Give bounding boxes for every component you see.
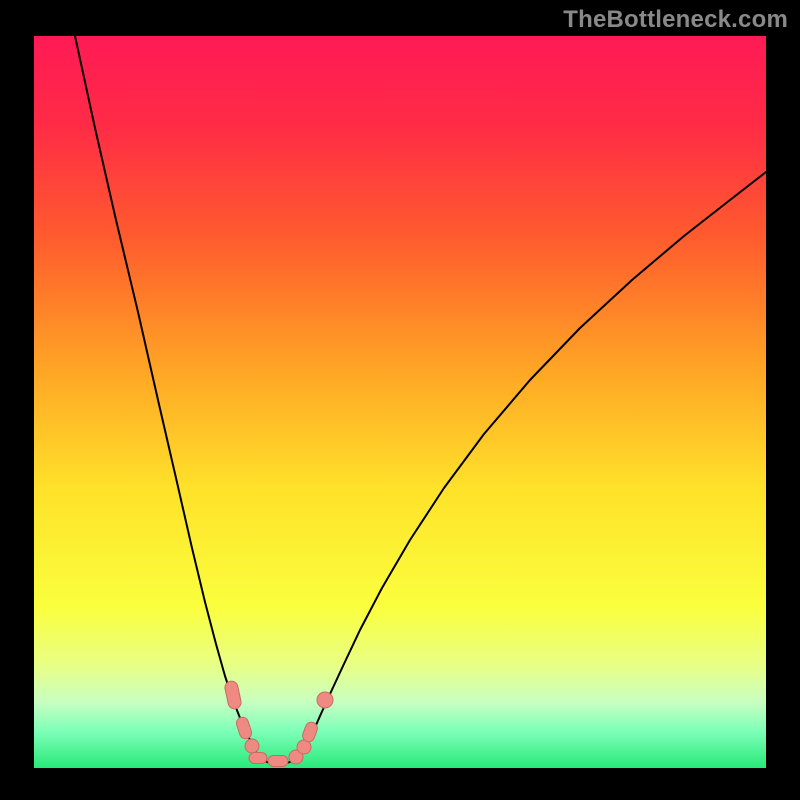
plot-background <box>34 36 766 768</box>
marker-dot <box>245 739 259 753</box>
marker-dot <box>317 692 333 708</box>
marker-capsule <box>268 756 288 767</box>
marker-capsule <box>249 753 267 764</box>
chart-frame: { "watermark": "TheBottleneck.com", "cha… <box>0 0 800 800</box>
bottleneck-chart <box>0 0 800 800</box>
watermark-text: TheBottleneck.com <box>563 6 788 34</box>
